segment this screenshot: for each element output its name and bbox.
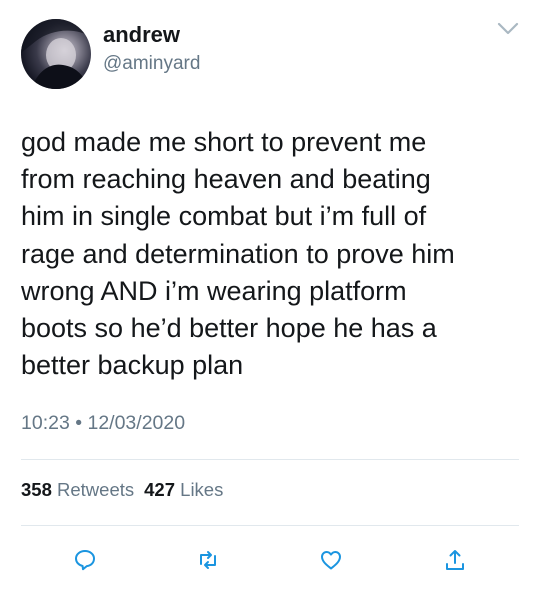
tweet-text: god made me short to prevent me from rea… [21, 127, 455, 381]
retweet-icon[interactable] [196, 548, 220, 572]
tweet-time: 10:23 [21, 412, 70, 434]
user-handle[interactable]: @aminyard [103, 52, 200, 76]
heart-icon[interactable] [319, 548, 343, 572]
share-icon[interactable] [443, 548, 467, 572]
retweets-label: Retweets [57, 479, 135, 500]
display-name[interactable]: andrew [103, 22, 180, 48]
avatar[interactable] [21, 19, 91, 89]
likes-label: Likes [180, 479, 224, 500]
retweets-stat[interactable]: 358 Retweets [21, 479, 134, 500]
divider [21, 525, 519, 526]
timestamp-separator: • [69, 412, 88, 434]
avatar-photo [21, 19, 91, 89]
tweet-timestamp[interactable]: 10:23 • 12/03/2020 [21, 410, 185, 436]
divider [21, 459, 519, 460]
chevron-down-icon[interactable] [497, 22, 519, 36]
tweet-date: 12/03/2020 [87, 412, 186, 434]
engagement-stats: 358 Retweets 427 Likes [21, 478, 223, 502]
retweets-count: 358 [21, 479, 52, 500]
likes-stat[interactable]: 427 Likes [144, 479, 223, 500]
reply-icon[interactable] [73, 548, 97, 572]
likes-count: 427 [144, 479, 176, 500]
